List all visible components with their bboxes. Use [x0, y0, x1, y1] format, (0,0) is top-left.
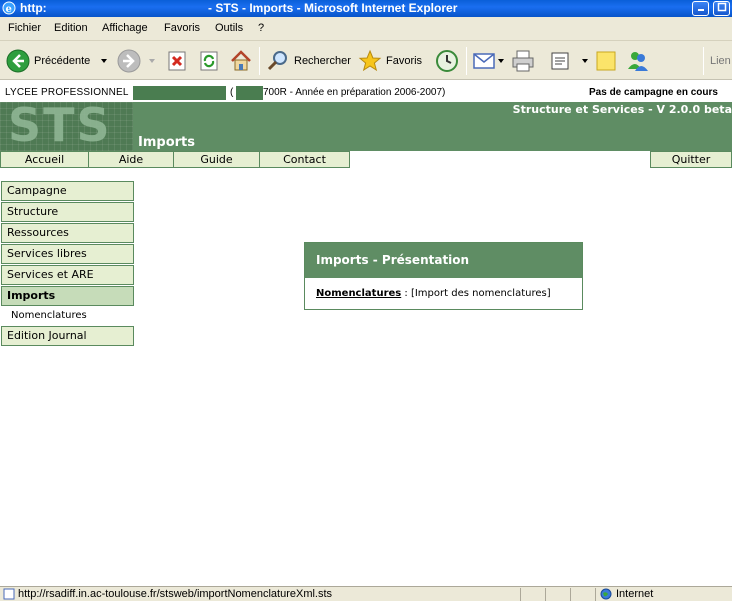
sidebar-item-ressources[interactable]: Ressources	[1, 223, 134, 243]
app-banner: STS Imports Structure et Services - V 2.…	[0, 102, 732, 151]
page-icon	[3, 588, 15, 600]
nav-contact[interactable]: Contact	[259, 151, 350, 168]
security-zone: Internet	[616, 588, 654, 600]
search-button[interactable]: Rechercher	[266, 48, 351, 74]
status-divider	[545, 588, 546, 601]
minimize-icon	[697, 9, 704, 11]
app-version: Structure et Services - V 2.0.0 beta	[512, 103, 732, 116]
establishment-code: 700R - Année en préparation 2006-2007)	[263, 87, 446, 98]
sidebar-item-edition-journal[interactable]: Edition Journal	[1, 326, 134, 346]
messenger-icon	[628, 52, 648, 71]
sidebar-subitem-nomenclatures[interactable]: Nomenclatures	[11, 310, 87, 321]
status-divider	[570, 588, 571, 601]
nomenclatures-description: : [Import des nomenclatures]	[401, 288, 551, 299]
establishment-name: LYCEE PROFESSIONNEL	[5, 87, 129, 98]
internet-explorer-icon: e	[2, 1, 16, 15]
history-icon	[436, 50, 458, 72]
search-icon	[267, 51, 287, 71]
toolbar-separator	[466, 47, 467, 75]
status-divider	[520, 588, 521, 601]
sidebar-item-campagne[interactable]: Campagne	[1, 181, 134, 201]
menu-outils[interactable]: Outils	[215, 22, 243, 34]
favorites-label: Favoris	[386, 55, 423, 67]
back-button[interactable]: Précédente	[6, 48, 110, 74]
print-button[interactable]	[511, 48, 535, 74]
window-title: - STS - Imports - Microsoft Internet Exp…	[208, 1, 458, 15]
stop-icon	[168, 51, 186, 71]
status-divider	[595, 588, 596, 601]
note-icon	[596, 51, 616, 71]
forward-arrow-icon	[117, 49, 141, 73]
back-arrow-icon	[6, 49, 30, 73]
dropdown-arrow-icon	[498, 59, 504, 63]
refresh-button[interactable]	[198, 48, 220, 74]
mail-button[interactable]	[472, 48, 506, 74]
window-title-url: http:	[20, 1, 47, 15]
sidebar-item-imports[interactable]: Imports	[1, 286, 134, 306]
note-button[interactable]	[595, 48, 617, 74]
menu-affichage[interactable]: Affichage	[102, 22, 148, 34]
status-bar: http://rsadiff.in.ac-toulouse.fr/stsweb/…	[0, 586, 732, 601]
menu-favoris[interactable]: Favoris	[164, 22, 200, 34]
search-label: Rechercher	[294, 55, 351, 67]
nav-quitter[interactable]: Quitter	[650, 151, 732, 168]
history-button[interactable]	[435, 48, 459, 74]
panel-title: Imports - Présentation	[305, 243, 582, 278]
toolbar: Précédente Rechercher Favoris Lien	[0, 41, 732, 80]
sts-logo: STS	[0, 102, 133, 151]
minimize-button[interactable]	[692, 1, 709, 16]
favorites-button[interactable]: Favoris	[358, 48, 422, 74]
menu-bar: Fichier Edition Affichage Favoris Outils…	[0, 17, 732, 41]
establishment-strip: LYCEE PROFESSIONNEL ( 700R - Année en pr…	[0, 84, 732, 102]
top-navigation: Accueil Aide Guide Contact Quitter	[0, 151, 732, 168]
nav-guide[interactable]: Guide	[173, 151, 260, 168]
printer-icon	[512, 50, 534, 72]
nomenclatures-link[interactable]: Nomenclatures	[316, 288, 401, 299]
toolbar-separator	[259, 47, 260, 75]
menu-edition[interactable]: Edition	[54, 22, 88, 34]
imports-panel: Imports - Présentation Nomenclatures : […	[304, 242, 583, 310]
menu-fichier[interactable]: Fichier	[8, 22, 41, 34]
redacted-code	[236, 86, 263, 100]
nav-aide[interactable]: Aide	[88, 151, 174, 168]
home-button[interactable]	[229, 48, 253, 74]
refresh-icon	[200, 51, 218, 71]
window-titlebar: e http: - STS - Imports - Microsoft Inte…	[0, 0, 732, 17]
sts-logo-text: STS	[8, 102, 112, 151]
dropdown-arrow-icon	[582, 59, 588, 63]
campaign-status: Pas de campagne en cours	[589, 87, 718, 98]
messenger-button[interactable]	[626, 48, 650, 74]
edit-button[interactable]	[549, 48, 591, 74]
back-label: Précédente	[34, 55, 91, 67]
favorites-star-icon	[358, 49, 382, 72]
section-title: Imports	[138, 135, 195, 150]
internet-zone-icon	[600, 588, 612, 600]
stop-button[interactable]	[166, 48, 188, 74]
nav-accueil[interactable]: Accueil	[0, 151, 89, 168]
panel-row: Nomenclatures : [Import des nomenclature…	[316, 288, 551, 299]
paren-open: (	[230, 87, 234, 98]
forward-button[interactable]	[117, 48, 158, 74]
dropdown-arrow-icon	[101, 59, 108, 63]
status-url: http://rsadiff.in.ac-toulouse.fr/stsweb/…	[18, 588, 333, 600]
edit-document-icon	[551, 52, 569, 70]
menu-help[interactable]: ?	[258, 22, 264, 34]
sidebar-item-structure[interactable]: Structure	[1, 202, 134, 222]
home-icon	[231, 50, 251, 71]
sidebar-item-services-libres[interactable]: Services libres	[1, 244, 134, 264]
svg-text:e: e	[6, 4, 12, 15]
dropdown-arrow-icon	[149, 59, 155, 63]
redacted-name	[133, 86, 226, 100]
maximize-icon	[717, 2, 726, 12]
sidebar-item-services-are[interactable]: Services et ARE	[1, 265, 134, 285]
toolbar-separator	[703, 47, 704, 75]
mail-icon	[473, 53, 495, 69]
maximize-button[interactable]	[713, 1, 730, 16]
links-label[interactable]: Lien	[710, 48, 731, 74]
